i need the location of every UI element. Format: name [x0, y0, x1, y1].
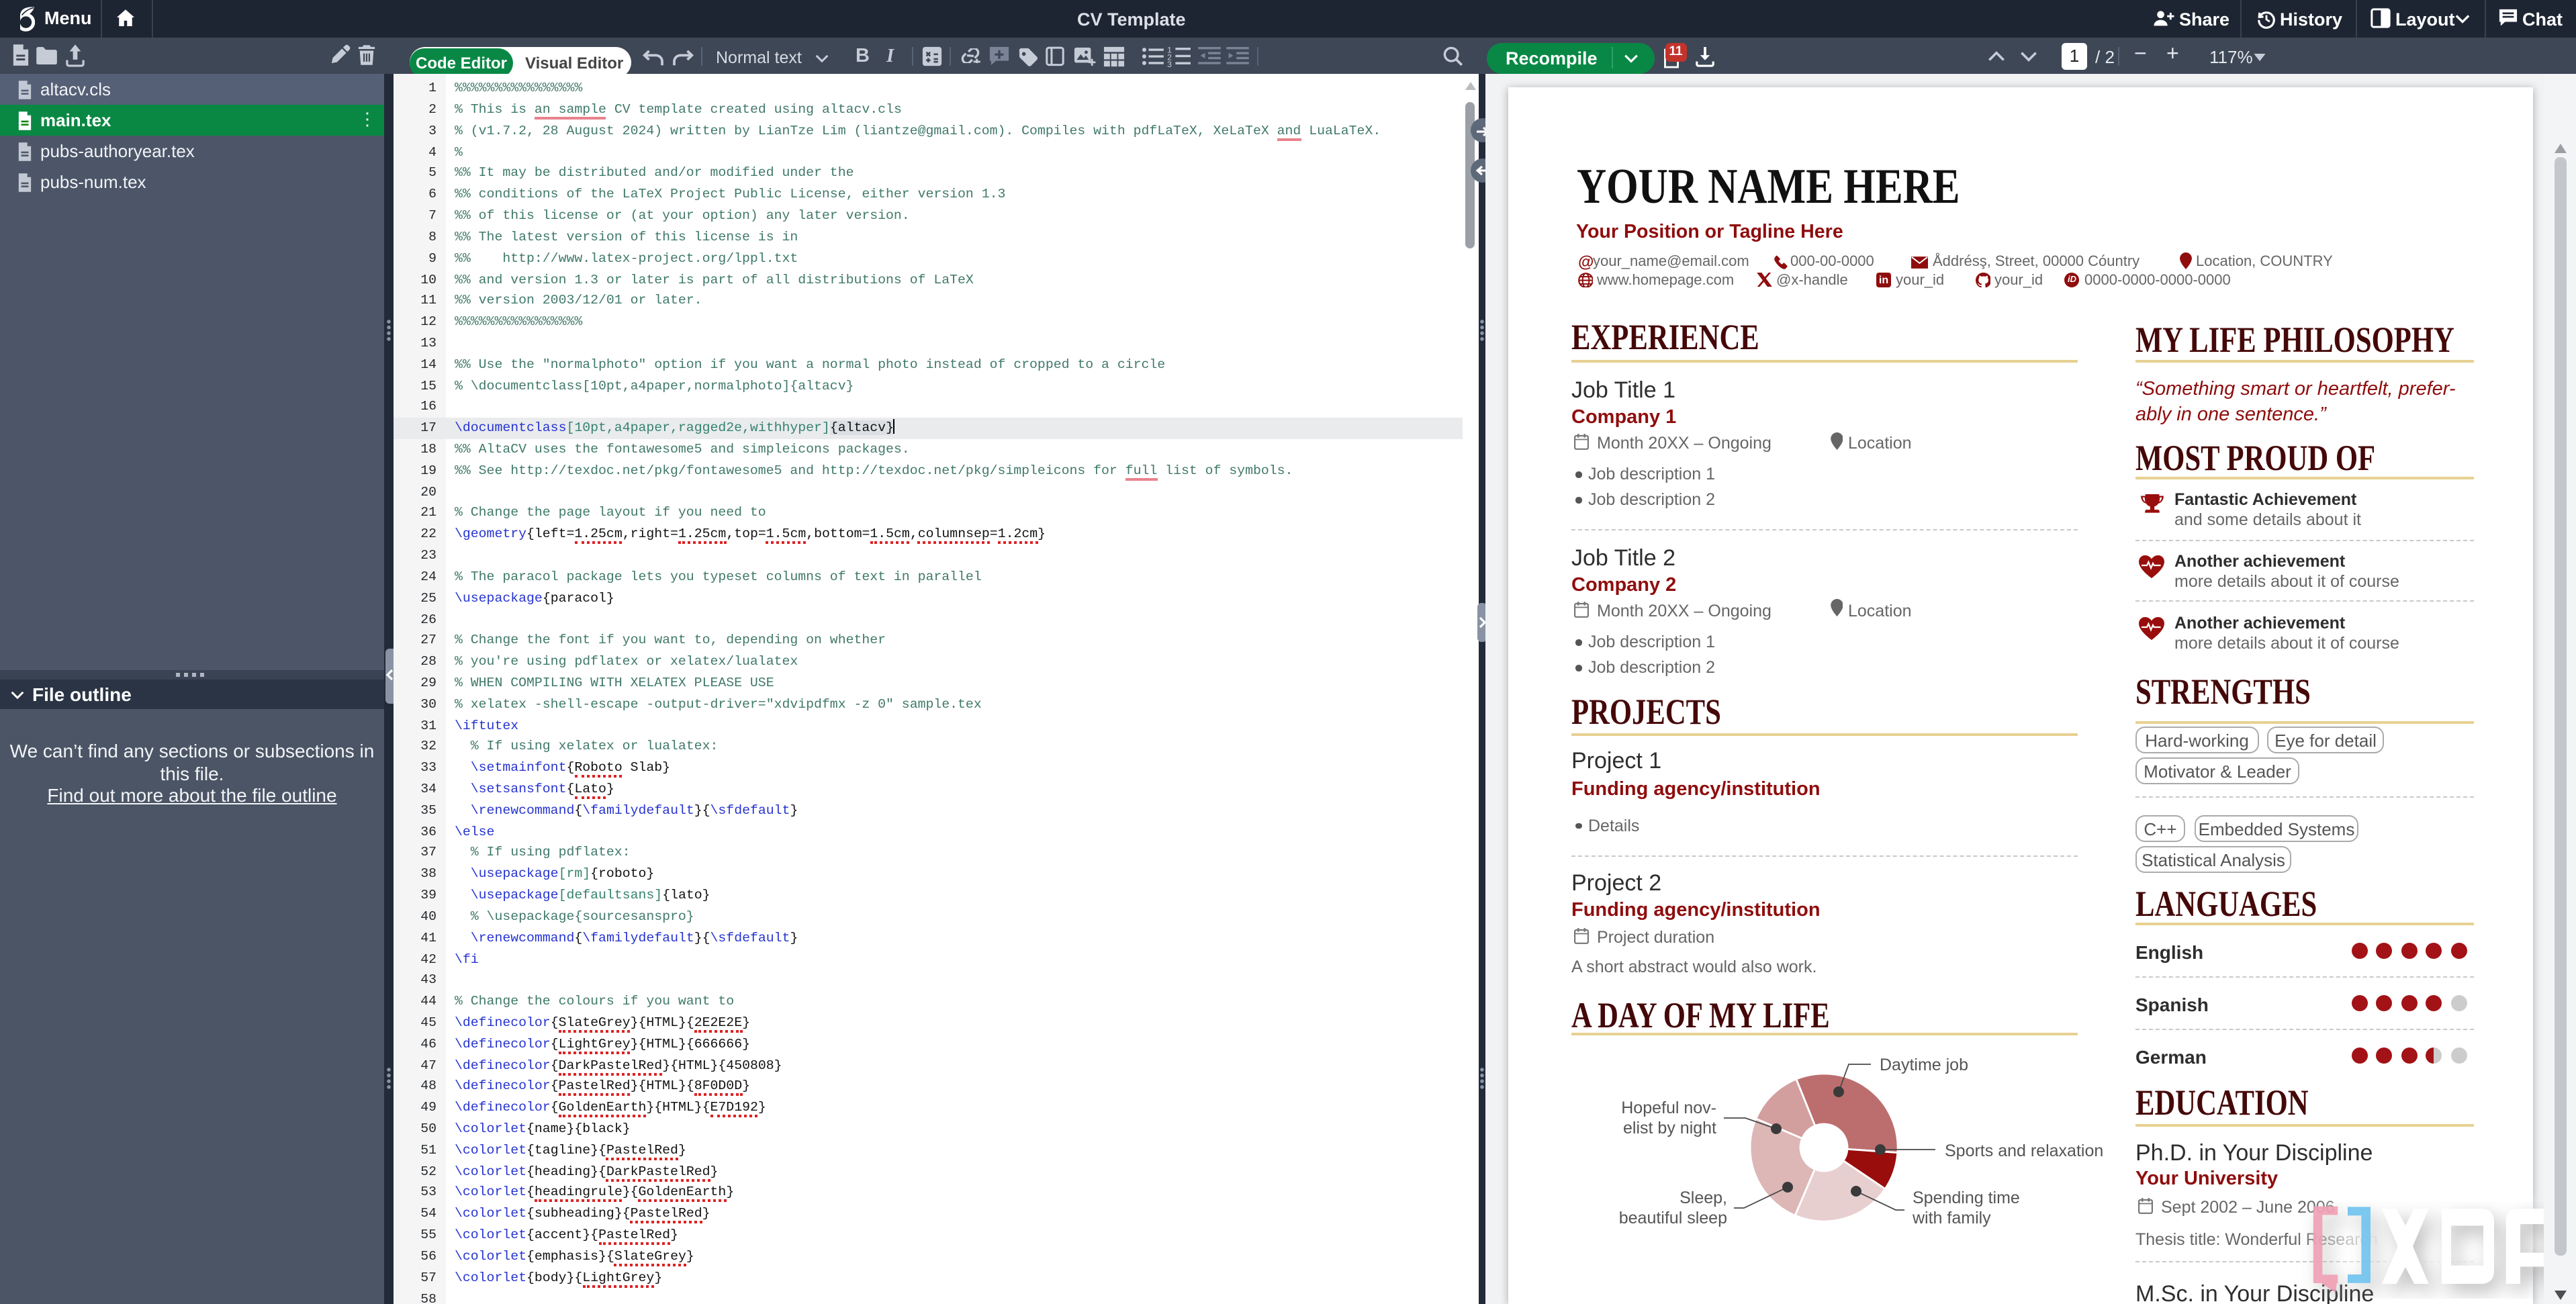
svg-text:3: 3 — [1167, 60, 1172, 67]
